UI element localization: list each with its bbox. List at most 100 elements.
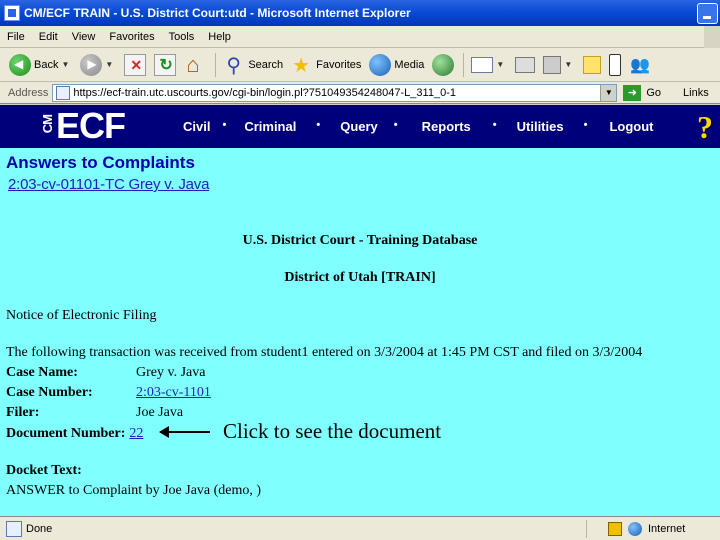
windows-logo: [704, 26, 720, 48]
note-button[interactable]: [580, 51, 604, 79]
history-button[interactable]: [429, 51, 457, 79]
nav-separator: •: [393, 119, 398, 131]
callout-text: Click to see the document: [223, 419, 442, 443]
menu-tools[interactable]: Tools: [162, 31, 202, 43]
case-number-row: Case Number: 2:03-cv-1101: [6, 385, 211, 401]
edit-button[interactable]: ▼: [540, 51, 578, 79]
transaction-text: The following transaction was received f…: [6, 345, 643, 360]
case-name-label: Case Name:: [6, 365, 78, 380]
filer-value: Joe Java: [136, 405, 184, 420]
court-name: U.S. District Court - Training Database: [242, 233, 478, 248]
menu-file[interactable]: File: [0, 31, 32, 43]
address-input[interactable]: https://ecf-train.utc.uscourts.gov/cgi-b…: [52, 83, 618, 102]
messenger-icon: [629, 54, 651, 76]
note-icon: [583, 55, 602, 74]
menu-favorites[interactable]: Favorites: [102, 31, 161, 43]
nav-separator: •: [316, 119, 321, 131]
ecf-nav-bar: CM ECF Civil • Criminal • Query • Report…: [0, 105, 720, 148]
go-button[interactable]: ➜ Go: [623, 84, 662, 101]
minimize-button[interactable]: [697, 3, 718, 24]
refresh-button[interactable]: [151, 51, 179, 79]
zone-label: Internet: [648, 522, 686, 535]
nav-logout[interactable]: Logout: [609, 119, 653, 134]
forward-dropdown-icon[interactable]: ▼: [105, 60, 113, 69]
home-button[interactable]: [181, 51, 209, 79]
case-number-link[interactable]: 2:03-cv-1101: [136, 385, 211, 400]
back-label: Back: [34, 58, 59, 71]
favorites-star-icon: [291, 53, 313, 78]
nav-query[interactable]: Query: [340, 119, 378, 134]
messenger-button[interactable]: [626, 51, 654, 79]
case-name-value: Grey v. Java: [136, 365, 206, 380]
back-dropdown-icon[interactable]: ▼: [61, 60, 69, 69]
help-icon[interactable]: ?: [697, 109, 720, 145]
docket-text: ANSWER to Complaint by Joe Java (demo, ): [6, 483, 262, 498]
media-button[interactable]: Media: [366, 51, 427, 79]
forward-arrow-icon: [80, 53, 103, 76]
phone-button[interactable]: [606, 51, 624, 79]
back-button[interactable]: Back ▼: [6, 51, 75, 79]
nav-reports[interactable]: Reports: [422, 119, 471, 134]
page-title: Answers to Complaints: [6, 153, 195, 172]
logo-cm: CM: [40, 115, 55, 134]
case-name-row: Case Name: Grey v. Java: [6, 365, 205, 381]
logo-ecf: ECF: [56, 105, 126, 146]
search-icon: [223, 53, 245, 78]
status-bar: Done Internet: [0, 516, 720, 540]
nav-separator: •: [222, 119, 227, 131]
nav-utilities[interactable]: Utilities: [517, 119, 564, 134]
case-link[interactable]: 2:03-cv-01101-TC Grey v. Java: [8, 176, 209, 193]
page-done-icon: [6, 520, 22, 537]
nav-civil[interactable]: Civil: [183, 119, 210, 134]
filer-label: Filer:: [6, 405, 40, 420]
ie-window-icon[interactable]: [4, 5, 20, 21]
page-icon: [56, 85, 71, 100]
document-number-label: Document Number:: [6, 426, 126, 441]
menu-view[interactable]: View: [65, 31, 103, 43]
home-icon: [184, 52, 206, 78]
stop-button[interactable]: [121, 51, 149, 79]
menu-bar: File Edit View Favorites Tools Help: [0, 26, 720, 48]
nav-criminal[interactable]: Criminal: [244, 119, 296, 134]
mail-dropdown-icon[interactable]: ▼: [496, 60, 504, 69]
title-bar: CM/ECF TRAIN - U.S. District Court:utd -…: [0, 0, 720, 26]
address-bar: Address https://ecf-train.utc.uscourts.g…: [0, 82, 720, 104]
search-button[interactable]: Search: [220, 51, 286, 79]
favorites-label: Favorites: [316, 58, 362, 71]
window-title: CM/ECF TRAIN - U.S. District Court:utd -…: [24, 6, 411, 20]
left-arrow-icon: [159, 426, 210, 438]
ecf-nav-menu: Civil • Criminal • Query • Reports • Uti…: [183, 119, 654, 134]
address-label: Address: [8, 86, 49, 99]
media-globe-icon: [369, 53, 392, 76]
address-url[interactable]: https://ecf-train.utc.uscourts.gov/cgi-b…: [73, 87, 456, 99]
toolbar-separator: [463, 52, 465, 77]
stop-icon: [124, 53, 147, 76]
mobile-device-icon: [609, 53, 622, 76]
links-button[interactable]: Links: [683, 87, 709, 99]
nav-separator: •: [583, 119, 588, 131]
go-label: Go: [646, 86, 662, 99]
toolbar: Back ▼ ▼ Search Favorites Media ▼ ▼: [0, 48, 720, 82]
menu-edit[interactable]: Edit: [32, 31, 65, 43]
lock-icon[interactable]: [608, 521, 622, 536]
case-number-label: Case Number:: [6, 385, 93, 400]
forward-button[interactable]: ▼: [77, 51, 119, 79]
print-icon: [515, 56, 536, 73]
media-label: Media: [394, 58, 425, 71]
mail-button[interactable]: ▼: [468, 51, 510, 79]
address-dropdown-icon[interactable]: ▼: [600, 84, 617, 101]
status-cell: [586, 519, 604, 538]
status-text: Done: [26, 522, 53, 535]
document-number-row: Document Number: 22: [6, 426, 143, 442]
filer-row: Filer: Joe Java: [6, 405, 183, 421]
menu-help[interactable]: Help: [201, 31, 238, 43]
print-button[interactable]: [512, 51, 538, 79]
document-number-link[interactable]: 22: [129, 426, 143, 441]
refresh-icon: [154, 53, 177, 76]
internet-zone-icon: [628, 521, 642, 536]
search-label: Search: [248, 58, 284, 71]
edit-dropdown-icon[interactable]: ▼: [564, 60, 572, 69]
mail-icon: [471, 56, 494, 73]
favorites-button[interactable]: Favorites: [288, 51, 364, 79]
docket-text-label: Docket Text:: [6, 463, 82, 478]
